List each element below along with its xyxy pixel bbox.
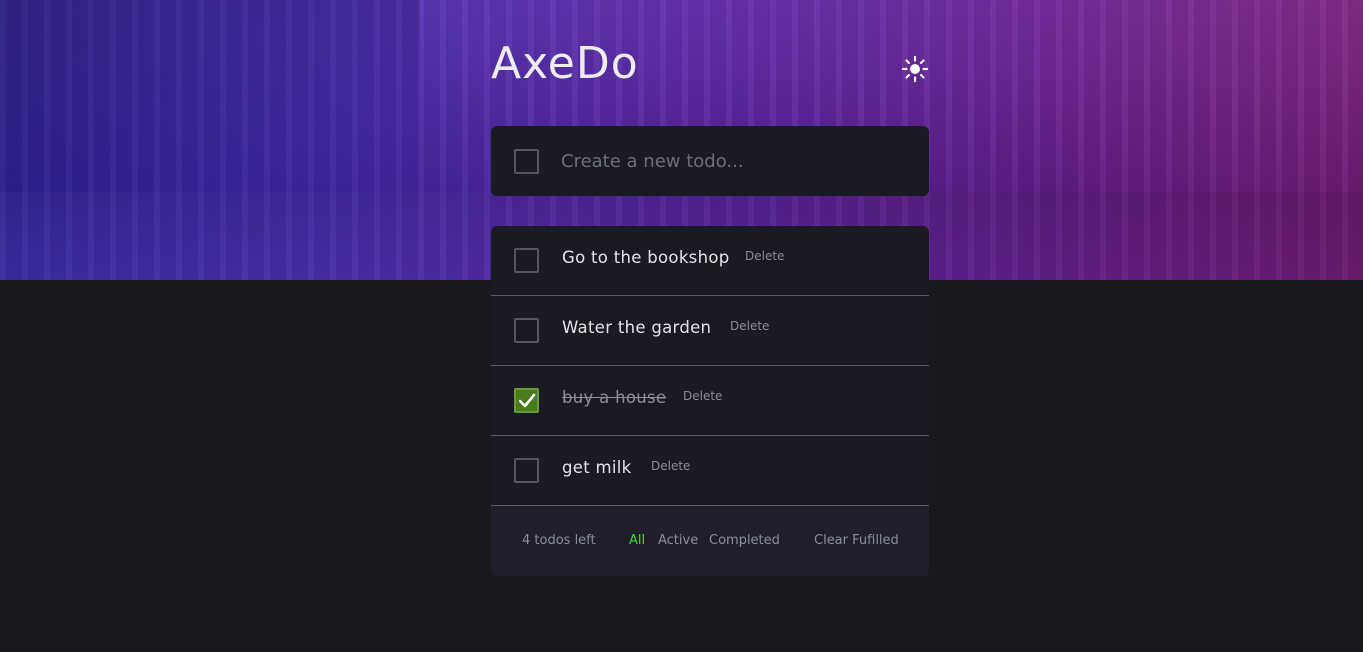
- sun-icon: [901, 55, 929, 83]
- theme-toggle-button[interactable]: [900, 54, 930, 84]
- todo-text: get milk: [562, 458, 632, 477]
- new-todo-checkbox[interactable]: [514, 149, 539, 174]
- todo-checkbox-checked[interactable]: [514, 388, 539, 413]
- todo-item: Water the garden Delete: [491, 296, 929, 366]
- new-todo-card: [491, 126, 929, 196]
- todo-text: Water the garden: [562, 318, 712, 337]
- items-left-count: 4 todos left: [522, 533, 596, 548]
- todo-list: Go to the bookshop Delete Water the gard…: [491, 226, 929, 576]
- delete-button[interactable]: Delete: [745, 249, 784, 263]
- todo-text: Go to the bookshop: [562, 248, 730, 267]
- todo-checkbox[interactable]: [514, 248, 539, 273]
- todo-item: get milk Delete: [491, 436, 929, 506]
- delete-button[interactable]: Delete: [683, 389, 722, 403]
- todo-item: buy a house Delete: [491, 366, 929, 436]
- clear-completed-button[interactable]: Clear Fufilled: [814, 533, 899, 548]
- new-todo-input[interactable]: [561, 148, 901, 174]
- filter-all[interactable]: All: [629, 533, 645, 548]
- todo-checkbox[interactable]: [514, 458, 539, 483]
- filter-active[interactable]: Active: [658, 533, 698, 548]
- todo-checkbox[interactable]: [514, 318, 539, 343]
- todo-item: Go to the bookshop Delete: [491, 226, 929, 296]
- todo-text-completed: buy a house: [562, 388, 667, 407]
- check-icon: [518, 393, 535, 407]
- filter-completed[interactable]: Completed: [709, 533, 780, 548]
- delete-button[interactable]: Delete: [730, 319, 769, 333]
- delete-button[interactable]: Delete: [651, 459, 690, 473]
- todo-footer: 4 todos left All Active Completed Clear …: [491, 506, 929, 576]
- app-title: AxeDo: [491, 38, 639, 89]
